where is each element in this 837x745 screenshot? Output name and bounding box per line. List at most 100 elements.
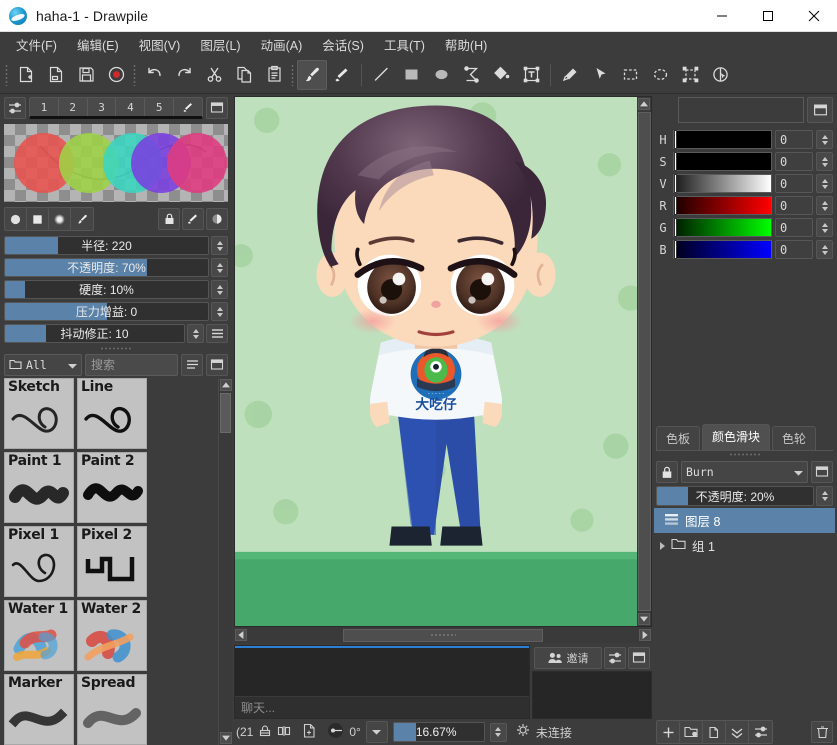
brush-library-float-icon[interactable] <box>206 354 228 376</box>
transform-tool-icon[interactable] <box>675 60 705 90</box>
layer-list[interactable]: 图层 8 组 1 <box>654 508 835 719</box>
brush-slot-3[interactable]: 3 <box>88 98 117 116</box>
brush-preset-water-2[interactable]: Water 2 <box>77 600 147 671</box>
menu-help[interactable]: 帮助(H) <box>435 32 497 57</box>
session-settings-icon[interactable] <box>604 647 626 669</box>
scrollbar-thumb[interactable] <box>220 393 231 433</box>
toolbar-grip-2[interactable] <box>131 62 139 88</box>
canvas-horizontal-scrollbar[interactable] <box>234 627 652 643</box>
canvas-rotation-icon[interactable] <box>327 722 344 742</box>
brush-mode-square-icon[interactable] <box>27 208 49 230</box>
canvas-mirror-icon[interactable] <box>277 724 291 741</box>
value-value[interactable]: 0 <box>775 174 813 193</box>
zoom-preset-chevron-icon[interactable] <box>366 721 388 743</box>
redo-icon[interactable] <box>169 60 199 90</box>
brush-slot-5[interactable]: 5 <box>145 98 174 116</box>
menu-edit[interactable]: 编辑(E) <box>67 32 129 57</box>
layer-row-selected[interactable]: 图层 8 <box>654 508 835 533</box>
layer-row-group[interactable]: 组 1 <box>654 533 835 558</box>
chat-input[interactable]: 聊天... <box>235 696 529 718</box>
cut-icon[interactable] <box>199 60 229 90</box>
tab-color-wheel[interactable]: 色轮 <box>772 426 816 450</box>
minimize-icon[interactable] <box>699 0 745 31</box>
red-stepper[interactable] <box>816 196 833 215</box>
saturation-stepper[interactable] <box>816 152 833 171</box>
bezier-tool-icon[interactable] <box>456 60 486 90</box>
pointer-tool-icon[interactable] <box>585 60 615 90</box>
brush-mode-pen-icon[interactable] <box>71 208 93 230</box>
menu-view[interactable]: 视图(V) <box>129 32 191 57</box>
blue-value[interactable]: 0 <box>775 240 813 259</box>
color-float-panel-icon[interactable] <box>807 97 833 123</box>
close-icon[interactable] <box>791 0 837 31</box>
brush-preset-pixel-1[interactable]: Pixel 1 <box>4 526 74 597</box>
blue-slider[interactable] <box>673 240 772 259</box>
hardness-slider[interactable]: 硬度: 10% <box>4 280 209 299</box>
alpha-blend-icon[interactable] <box>206 208 228 230</box>
layer-dock-splitter[interactable] <box>652 451 837 458</box>
delete-layer-icon[interactable] <box>811 721 833 743</box>
open-file-icon[interactable] <box>41 60 71 90</box>
brush-preset-menu-icon[interactable] <box>206 324 228 343</box>
brush-preset-paint-1[interactable]: Paint 1 <box>4 452 74 523</box>
scroll-down-icon[interactable] <box>220 732 232 744</box>
merge-layer-icon[interactable] <box>726 721 749 743</box>
layer-properties-icon[interactable] <box>749 721 772 743</box>
canvas-viewport[interactable]: - - - - - 大吃仔 <box>235 97 637 626</box>
layer-opacity-stepper[interactable] <box>816 486 833 506</box>
scroll-up-icon[interactable] <box>220 379 232 391</box>
green-slider[interactable] <box>673 218 772 237</box>
zoom-stepper[interactable] <box>490 723 507 742</box>
radius-slider[interactable]: 半径: 220 <box>4 236 209 255</box>
copy-icon[interactable] <box>229 60 259 90</box>
line-tool-icon[interactable] <box>366 60 396 90</box>
canvas-lock-icon[interactable] <box>258 724 272 741</box>
add-group-icon[interactable] <box>680 721 703 743</box>
saturation-value[interactable]: 0 <box>775 152 813 171</box>
current-color-preview[interactable] <box>678 97 804 123</box>
brush-preset-line[interactable]: Line <box>77 378 147 449</box>
fill-tool-icon[interactable] <box>486 60 516 90</box>
menu-tools[interactable]: 工具(T) <box>374 32 435 57</box>
smoothing-slider[interactable]: 抖动修正: 10 <box>4 324 185 343</box>
new-file-icon[interactable] <box>11 60 41 90</box>
brush-settings-icon[interactable] <box>4 97 26 119</box>
layer-lock-icon[interactable] <box>656 461 678 483</box>
brush-tool-icon[interactable] <box>297 60 327 90</box>
menu-layer[interactable]: 图层(L) <box>190 32 250 57</box>
opacity-slider[interactable]: 不透明度: 70% <box>4 258 209 277</box>
smoothing-stepper[interactable] <box>187 324 204 343</box>
vertical-scrollbar-thumb[interactable] <box>638 112 651 611</box>
scroll-left-icon[interactable] <box>235 629 247 641</box>
menu-file[interactable]: 文件(F) <box>6 32 67 57</box>
brush-search-input[interactable]: 搜索 <box>85 354 178 376</box>
inspector-tool-icon[interactable] <box>705 60 735 90</box>
expand-group-icon[interactable] <box>660 542 665 550</box>
brush-preset-sketch[interactable]: Sketch <box>4 378 74 449</box>
toolbar-grip-3[interactable] <box>289 62 297 88</box>
tab-color-sliders[interactable]: 颜色滑块 <box>702 424 770 450</box>
blend-mode-combo[interactable]: Burn <box>681 461 808 483</box>
eyedropper-tool-icon[interactable] <box>555 60 585 90</box>
text-tool-icon[interactable] <box>516 60 546 90</box>
rectangle-tool-icon[interactable] <box>396 60 426 90</box>
hue-value[interactable]: 0 <box>775 130 813 149</box>
record-icon[interactable] <box>101 60 131 90</box>
canvas-vertical-scrollbar[interactable] <box>637 97 651 626</box>
red-value[interactable]: 0 <box>775 196 813 215</box>
duplicate-layer-icon[interactable] <box>703 721 726 743</box>
hardness-stepper[interactable] <box>211 280 228 299</box>
tab-palette[interactable]: 色板 <box>656 426 700 450</box>
ellipse-tool-icon[interactable] <box>426 60 456 90</box>
brush-folder-combo[interactable]: All <box>4 354 82 376</box>
pressure-gain-slider[interactable]: 压力增益: 0 <box>4 302 209 321</box>
pressure-gain-stepper[interactable] <box>211 302 228 321</box>
rect-select-tool-icon[interactable] <box>615 60 645 90</box>
user-list[interactable] <box>532 671 652 719</box>
scrollbar-track[interactable] <box>219 433 232 733</box>
toolbar-grip[interactable] <box>3 62 11 88</box>
radius-stepper[interactable] <box>211 236 228 255</box>
eraser-tool-icon[interactable] <box>327 60 357 90</box>
hue-stepper[interactable] <box>816 130 833 149</box>
invite-users-button[interactable]: 邀请 <box>534 647 602 669</box>
